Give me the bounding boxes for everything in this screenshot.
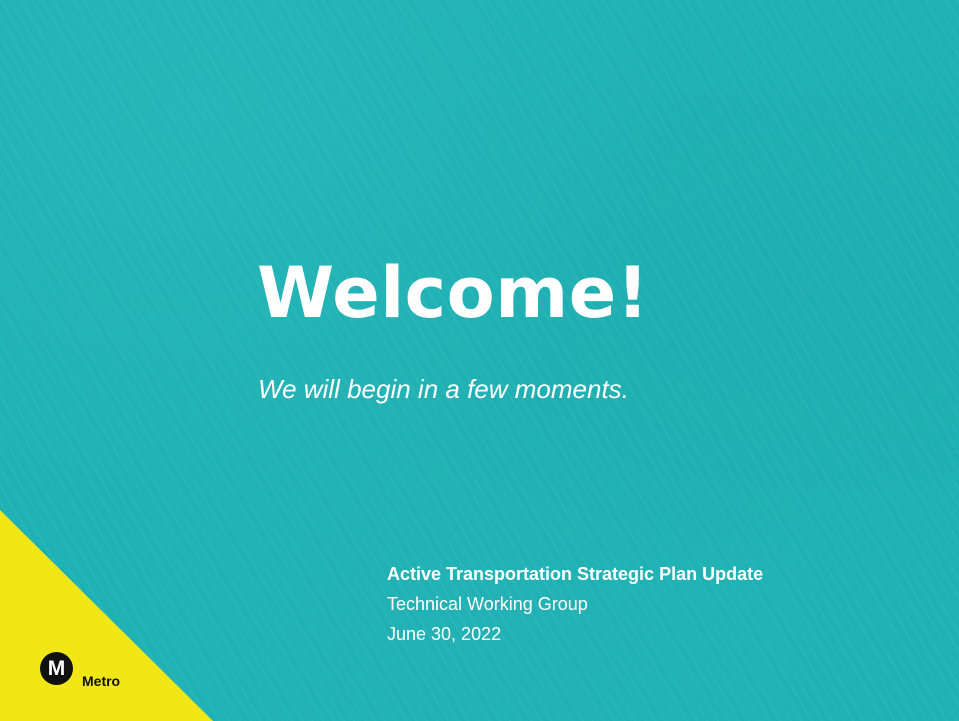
welcome-title: Welcome! [257, 252, 650, 334]
metro-logo-mark: M [47, 657, 66, 680]
meeting-date: June 30, 2022 [387, 624, 502, 644]
metro-logo: M Metro [40, 652, 160, 692]
slide: Welcome! We will begin in a few moments.… [0, 0, 959, 721]
metro-wordmark: Metro [82, 673, 121, 689]
plan-title: Active Transportation Strategic Plan Upd… [387, 564, 764, 584]
subtitle: We will begin in a few moments. [258, 374, 629, 404]
meeting-info: Active Transportation Strategic Plan Upd… [387, 559, 763, 649]
group-name: Technical Working Group [387, 594, 588, 614]
